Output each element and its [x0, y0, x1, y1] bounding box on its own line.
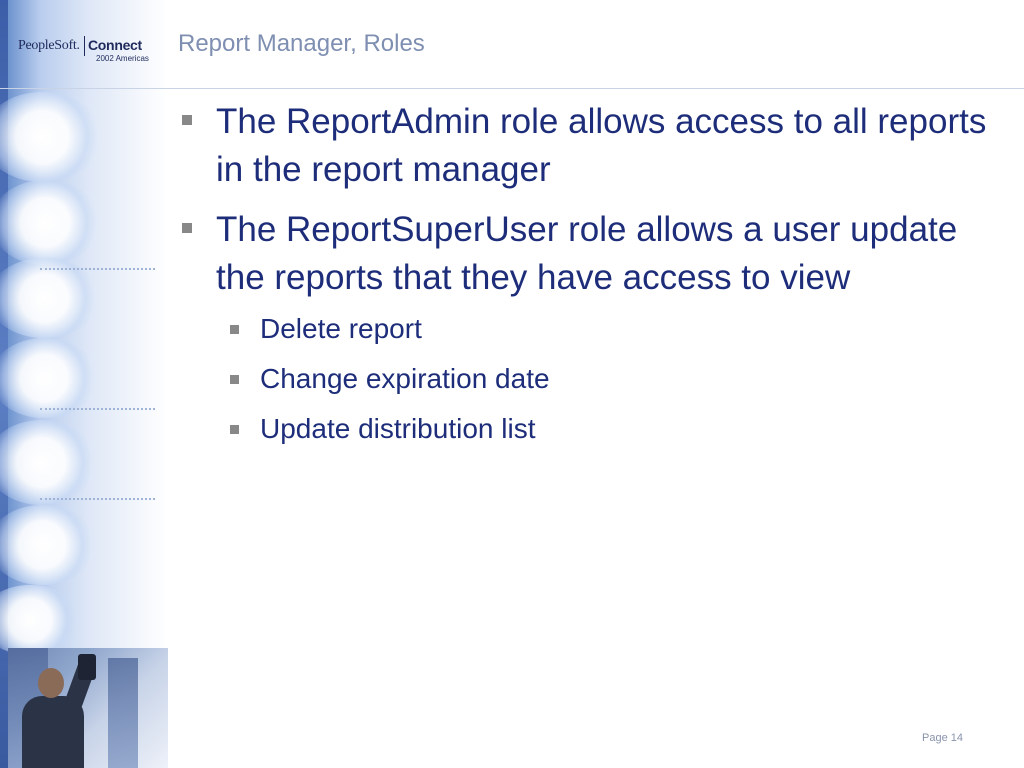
logo-divider — [84, 36, 85, 56]
businessman-photo — [8, 648, 168, 768]
decorative-orb — [0, 585, 80, 655]
square-bullet-icon — [230, 425, 239, 434]
sub-bullet-item: Update distribution list — [178, 404, 998, 454]
dotted-divider — [40, 408, 155, 410]
decorative-orb — [0, 505, 96, 585]
logo-connect-text: Connect — [88, 37, 142, 53]
sub-bullet-text: Change expiration date — [260, 363, 550, 394]
logo-subtitle: 2002 Americas — [96, 54, 149, 63]
decorative-orb — [0, 338, 98, 418]
page-number: Page 14 — [922, 732, 963, 744]
sub-bullet-item: Delete report — [178, 304, 998, 354]
dotted-divider — [40, 268, 155, 270]
bullet-text: The ReportAdmin role allows access to al… — [216, 102, 987, 189]
square-bullet-icon — [182, 223, 192, 233]
bullet-item: The ReportAdmin role allows access to al… — [178, 98, 998, 194]
dotted-divider — [40, 498, 155, 500]
decorative-orb — [0, 258, 100, 338]
slide-content: The ReportAdmin role allows access to al… — [178, 98, 998, 454]
sub-bullet-item: Change expiration date — [178, 354, 998, 404]
peoplesoft-connect-logo: PeopleSoft. Connect 2002 Americas — [18, 34, 149, 68]
bullet-item: The ReportSuperUser role allows a user u… — [178, 206, 998, 302]
logo-brand-text: PeopleSoft. — [18, 38, 80, 53]
slide-title: Report Manager, Roles — [178, 30, 425, 57]
decorative-orb — [0, 420, 96, 505]
header-divider — [0, 88, 1024, 89]
sub-bullet-text: Delete report — [260, 313, 422, 344]
bullet-text: The ReportSuperUser role allows a user u… — [216, 210, 958, 297]
square-bullet-icon — [230, 375, 239, 384]
decorative-orb — [0, 180, 100, 265]
square-bullet-icon — [182, 115, 192, 125]
decorative-orb — [0, 92, 102, 182]
sub-bullet-text: Update distribution list — [260, 413, 536, 444]
square-bullet-icon — [230, 325, 239, 334]
